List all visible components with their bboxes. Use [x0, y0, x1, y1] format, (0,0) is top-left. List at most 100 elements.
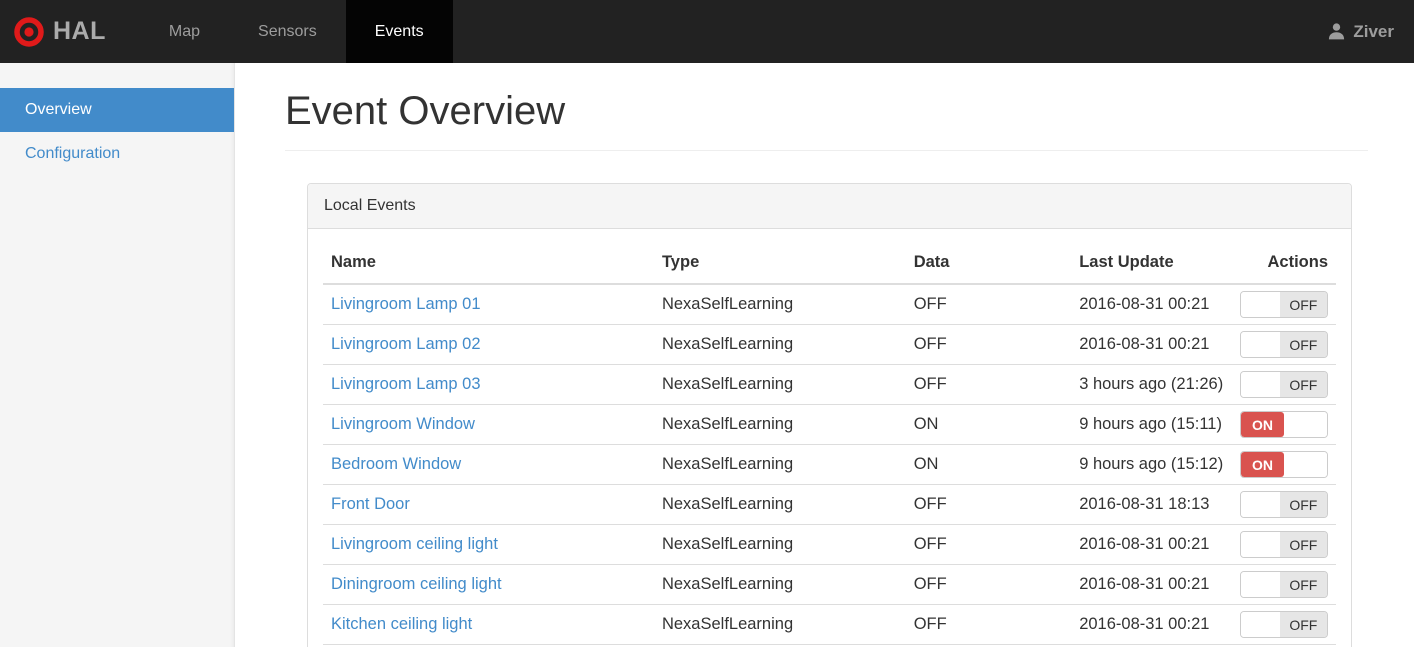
sidebar: Overview Configuration [0, 63, 235, 647]
page-title: Event Overview [285, 89, 566, 133]
event-name-link[interactable]: Front Door [331, 495, 410, 513]
event-last-update: 3 hours ago (21:26) [1071, 364, 1232, 405]
event-name-link[interactable]: Livingroom Lamp 02 [331, 335, 481, 353]
event-data: OFF [905, 484, 1072, 525]
toggle-switch[interactable]: ON [1240, 451, 1328, 478]
column-header-data: Data [905, 237, 1072, 285]
event-type: NexaSelfLearning [653, 564, 906, 605]
toggle-blank-segment[interactable] [1241, 372, 1280, 397]
column-header-actions: Actions [1231, 237, 1336, 285]
toggle-blank-segment[interactable] [1241, 532, 1280, 557]
toggle-blank-segment[interactable] [1241, 572, 1280, 597]
toggle-switch[interactable]: ON [1240, 411, 1328, 438]
toggle-switch[interactable]: OFF [1240, 611, 1328, 638]
event-name-link[interactable]: Livingroom Lamp 03 [331, 375, 481, 393]
event-type: NexaSelfLearning [653, 604, 906, 645]
table-row: Diningroom ceiling light NexaSelfLearnin… [323, 564, 1336, 605]
main-content: Event Overview Local Events Name Type Da… [235, 63, 1414, 647]
event-data: ON [905, 444, 1072, 485]
table-header-row: Name Type Data Last Update Actions [323, 237, 1336, 285]
event-type: NexaSelfLearning [653, 524, 906, 565]
event-type: NexaSelfLearning [653, 444, 906, 485]
bullseye-logo-icon [14, 16, 44, 47]
user-icon [1327, 22, 1346, 41]
page-header: Event Overview [285, 89, 1368, 151]
event-data: ON [905, 404, 1072, 445]
brand[interactable]: HAL [0, 0, 122, 63]
event-last-update: 2016-08-31 18:13 [1071, 484, 1232, 525]
toggle-state-label[interactable]: OFF [1279, 572, 1327, 597]
toggle-switch[interactable]: OFF [1240, 491, 1328, 518]
event-name-link[interactable]: Kitchen ceiling light [331, 615, 472, 633]
events-table-body: Livingroom Lamp 01 NexaSelfLearning OFF … [323, 284, 1336, 645]
toggle-switch[interactable]: OFF [1240, 371, 1328, 398]
toggle-switch[interactable]: OFF [1240, 331, 1328, 358]
event-data: OFF [905, 524, 1072, 565]
toggle-blank-segment[interactable] [1284, 412, 1327, 437]
toggle-blank-segment[interactable] [1241, 332, 1280, 357]
column-header-type: Type [653, 237, 906, 285]
event-last-update: 9 hours ago (15:11) [1071, 404, 1232, 445]
toggle-blank-segment[interactable] [1241, 492, 1280, 517]
event-last-update: 2016-08-31 00:21 [1071, 324, 1232, 365]
event-name-link[interactable]: Livingroom ceiling light [331, 535, 498, 553]
toggle-state-label[interactable]: OFF [1279, 532, 1327, 557]
panel-body: Name Type Data Last Update Actions Livin… [308, 229, 1351, 647]
brand-title: HAL [53, 17, 106, 45]
nav-item-map[interactable]: Map [140, 0, 229, 63]
toggle-blank-segment[interactable] [1241, 612, 1280, 637]
column-header-last-update: Last Update [1071, 237, 1232, 285]
toggle-switch[interactable]: OFF [1240, 571, 1328, 598]
nav-item-events[interactable]: Events [345, 0, 453, 63]
toggle-blank-segment[interactable] [1284, 452, 1327, 477]
table-row: Livingroom Lamp 03 NexaSelfLearning OFF … [323, 364, 1336, 405]
table-row: Livingroom Window NexaSelfLearning ON 9 … [323, 404, 1336, 445]
sidebar-item-configuration[interactable]: Configuration [0, 132, 234, 176]
toggle-state-label[interactable]: ON [1241, 412, 1284, 437]
user-name: Ziver [1353, 21, 1394, 41]
events-table: Name Type Data Last Update Actions Livin… [323, 237, 1336, 645]
event-data: OFF [905, 364, 1072, 405]
panel-title: Local Events [308, 184, 1351, 229]
toggle-state-label[interactable]: OFF [1279, 612, 1327, 637]
table-row: Livingroom ceiling light NexaSelfLearnin… [323, 524, 1336, 565]
event-type: NexaSelfLearning [653, 404, 906, 445]
local-events-panel: Local Events Name Type Data Last Update … [307, 183, 1352, 647]
event-name-link[interactable]: Livingroom Lamp 01 [331, 295, 481, 313]
toggle-state-label[interactable]: OFF [1279, 372, 1327, 397]
table-row: Kitchen ceiling light NexaSelfLearning O… [323, 604, 1336, 645]
event-last-update: 2016-08-31 00:21 [1071, 524, 1232, 565]
event-type: NexaSelfLearning [653, 484, 906, 525]
toggle-switch[interactable]: OFF [1240, 291, 1328, 318]
event-data: OFF [905, 324, 1072, 365]
toggle-blank-segment[interactable] [1241, 292, 1280, 317]
top-navbar: HAL Map Sensors Events Ziver [0, 0, 1414, 63]
table-row: Livingroom Lamp 01 NexaSelfLearning OFF … [323, 284, 1336, 325]
main-nav: Map Sensors Events [140, 0, 453, 63]
user-menu[interactable]: Ziver [1327, 0, 1414, 63]
event-name-link[interactable]: Bedroom Window [331, 455, 461, 473]
event-name-link[interactable]: Diningroom ceiling light [331, 575, 502, 593]
toggle-state-label[interactable]: OFF [1279, 332, 1327, 357]
toggle-switch[interactable]: OFF [1240, 531, 1328, 558]
event-type: NexaSelfLearning [653, 324, 906, 365]
event-data: OFF [905, 604, 1072, 645]
toggle-state-label[interactable]: OFF [1279, 492, 1327, 517]
table-row: Front Door NexaSelfLearning OFF 2016-08-… [323, 484, 1336, 525]
toggle-state-label[interactable]: ON [1241, 452, 1284, 477]
toggle-state-label[interactable]: OFF [1279, 292, 1327, 317]
table-row: Livingroom Lamp 02 NexaSelfLearning OFF … [323, 324, 1336, 365]
nav-item-sensors[interactable]: Sensors [229, 0, 346, 63]
event-data: OFF [905, 284, 1072, 325]
event-last-update: 2016-08-31 00:21 [1071, 604, 1232, 645]
event-last-update: 9 hours ago (15:12) [1071, 444, 1232, 485]
event-data: OFF [905, 564, 1072, 605]
event-last-update: 2016-08-31 00:21 [1071, 564, 1232, 605]
event-type: NexaSelfLearning [653, 364, 906, 405]
table-row: Bedroom Window NexaSelfLearning ON 9 hou… [323, 444, 1336, 485]
event-last-update: 2016-08-31 00:21 [1071, 284, 1232, 325]
sidebar-item-overview[interactable]: Overview [0, 88, 234, 132]
column-header-name: Name [323, 237, 654, 285]
event-type: NexaSelfLearning [653, 284, 906, 325]
event-name-link[interactable]: Livingroom Window [331, 415, 475, 433]
